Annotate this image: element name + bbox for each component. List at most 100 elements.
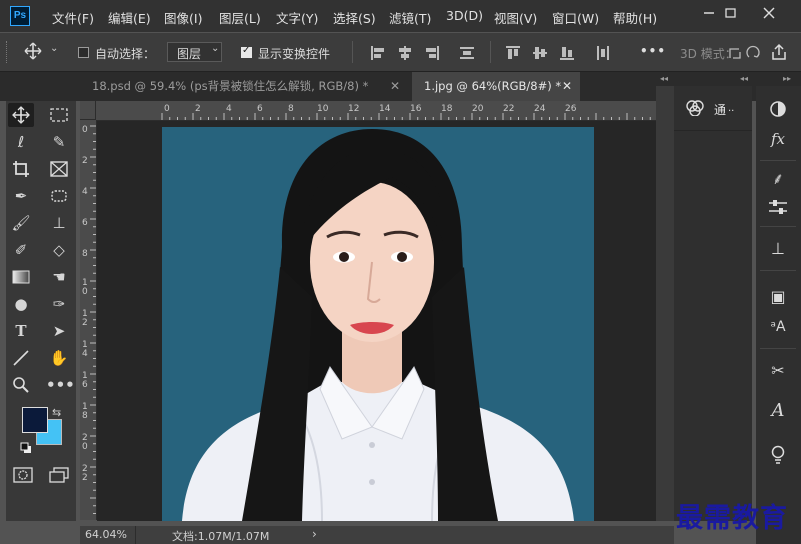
divider (760, 226, 796, 227)
panel-gutter (656, 86, 674, 521)
show-transform-checkbox[interactable] (241, 45, 252, 58)
auto-select-checkbox[interactable] (78, 47, 89, 58)
move-tool-icon[interactable] (8, 103, 34, 127)
3d-roll-icon[interactable] (745, 44, 761, 64)
menu-layer[interactable]: 图层(L) (219, 8, 261, 27)
quick-mask-icon[interactable] (10, 463, 36, 487)
default-colors-icon[interactable] (20, 439, 32, 458)
menu-image[interactable]: 图像(I) (164, 8, 202, 27)
tab-1-jpg[interactable]: 1.jpg @ 64%(RGB/8#) * ✕ (412, 72, 580, 101)
share-icon[interactable] (770, 43, 788, 65)
horizontal-ruler[interactable]: 0 2 4 6 8 10 12 14 16 18 20 22 24 26 (96, 101, 656, 121)
minimize-icon[interactable] (698, 4, 720, 22)
document-size[interactable]: 文档:1.07M/1.07M (172, 528, 269, 544)
chevron-right-icon[interactable]: › (312, 527, 317, 541)
eraser-tool-icon[interactable]: ◇ (46, 238, 72, 262)
ruler-tick-label: 1 6 (82, 371, 88, 390)
document-canvas-photo[interactable] (162, 127, 594, 521)
ruler-origin[interactable] (80, 101, 96, 120)
eyedropper-tool-icon[interactable]: ✒ (8, 184, 34, 208)
marquee-tool-icon[interactable] (46, 103, 72, 127)
stamp-tool-icon[interactable]: ⊥ (46, 211, 72, 235)
fx-icon[interactable]: fx (763, 126, 793, 152)
brush-tool-icon[interactable]: 🖌 (8, 211, 34, 235)
swap-colors-icon[interactable]: ⇆ (52, 406, 61, 419)
align-vcenter-icon[interactable] (533, 46, 547, 60)
align-top-icon[interactable] (506, 46, 520, 60)
distribute-icon[interactable] (460, 46, 474, 60)
3d-rotate-icon[interactable] (728, 45, 742, 64)
ruler-tick-label: 1 0 (82, 278, 88, 297)
restore-icon[interactable] (720, 4, 742, 22)
zoom-level[interactable]: 64.04% (85, 528, 127, 541)
menu-help[interactable]: 帮助(H) (613, 8, 657, 27)
divider (352, 41, 353, 63)
distribute-vertical-icon[interactable] (596, 46, 610, 60)
chevron-down-icon: ⌄ (211, 43, 220, 54)
history-brush-tool-icon[interactable]: ✐ (8, 238, 34, 262)
channels-tab-label[interactable]: 通 (714, 101, 726, 118)
vertical-ruler[interactable]: 0 2 4 6 8 1 0 1 2 1 4 1 6 1 8 2 0 2 2 (80, 120, 97, 520)
dodge-tool-icon[interactable]: ● (8, 292, 34, 316)
paths-icon[interactable]: ✂ (763, 358, 793, 384)
more-tools-icon[interactable]: ••• (46, 373, 75, 397)
ruler-tick-label: 8 (82, 249, 88, 259)
expand-panel-icon[interactable]: ▸▸ (783, 74, 791, 83)
smudge-tool-icon[interactable]: ☚ (46, 265, 72, 289)
line-tool-icon[interactable] (8, 346, 34, 370)
align-right-icon[interactable] (425, 46, 439, 60)
panel-dock: fx ⸙ ⊥ ▣ ᵃA ✂ A (756, 86, 801, 544)
ruler-tick-label: 2 0 (82, 433, 88, 452)
crop-tool-icon[interactable] (8, 157, 34, 181)
type-tool-icon[interactable]: T (8, 319, 34, 343)
menu-select[interactable]: 选择(S) (333, 8, 376, 27)
menu-filter[interactable]: 滤镜(T) (389, 8, 431, 27)
spot-healing-tool-icon[interactable] (46, 184, 72, 208)
ruler-tick-label: 1 4 (82, 340, 88, 359)
properties-icon[interactable] (763, 194, 793, 220)
glyphs-icon[interactable]: ▣ (763, 284, 793, 310)
clone-source-icon[interactable]: ⊥ (763, 236, 793, 262)
frame-tool-icon[interactable] (46, 157, 72, 181)
lightbulb-icon[interactable] (763, 442, 793, 468)
tab-close-icon[interactable]: ✕ (390, 72, 400, 101)
ruler-ticks (161, 113, 651, 120)
layer-select[interactable]: 图层 ⌄ (167, 42, 222, 62)
ruler-tick-label: 2 (82, 156, 88, 166)
chevron-down-icon[interactable]: ⌄ (50, 43, 58, 54)
screen-mode-icon[interactable] (46, 463, 72, 487)
zoom-tool-icon[interactable] (8, 373, 34, 397)
ruler-tick-label: 1 8 (82, 402, 88, 421)
menu-view[interactable]: 视图(V) (494, 8, 537, 27)
collapse-panel-icon[interactable]: ◂◂ (660, 74, 668, 83)
tab-close-icon[interactable]: ✕ (562, 72, 572, 101)
channels-icon[interactable] (686, 100, 704, 120)
menu-edit[interactable]: 编辑(E) (108, 8, 151, 27)
move-options-icon[interactable] (24, 42, 42, 64)
quick-select-tool-icon[interactable]: ✎ (46, 130, 72, 154)
brush-settings-icon[interactable]: ⸙ (763, 166, 793, 192)
pen-tool-icon[interactable]: ✑ (46, 292, 72, 316)
menu-type[interactable]: 文字(Y) (276, 8, 318, 27)
menu-3d[interactable]: 3D(D) (446, 8, 483, 23)
lasso-tool-icon[interactable]: ℓ (8, 130, 34, 154)
collapse-panel-icon[interactable]: ◂◂ (740, 74, 748, 83)
divider (760, 270, 796, 271)
align-hcenter-icon[interactable] (398, 46, 412, 60)
path-select-tool-icon[interactable]: ➤ (46, 319, 72, 343)
menu-window[interactable]: 窗口(W) (552, 8, 599, 27)
foreground-color-swatch[interactable] (22, 407, 48, 433)
adjust-icon[interactable] (763, 96, 793, 122)
close-icon[interactable] (758, 4, 780, 22)
photoshop-logo[interactable]: Ps (10, 6, 30, 26)
tab-18-psd[interactable]: 18.psd @ 59.4% (ps背景被锁住怎么解锁, RGB/8) * ✕ (80, 72, 412, 101)
ruler-tick-label: 1 2 (82, 309, 88, 328)
align-bottom-icon[interactable] (560, 46, 574, 60)
character-icon[interactable]: A (763, 398, 793, 424)
menu-file[interactable]: 文件(F) (52, 8, 94, 27)
align-left-icon[interactable] (371, 46, 385, 60)
character-style-icon[interactable]: ᵃA (763, 314, 793, 340)
gradient-tool-icon[interactable] (8, 265, 34, 289)
more-options-button[interactable]: ••• (640, 44, 666, 58)
hand-tool-icon[interactable]: ✋ (46, 346, 72, 370)
